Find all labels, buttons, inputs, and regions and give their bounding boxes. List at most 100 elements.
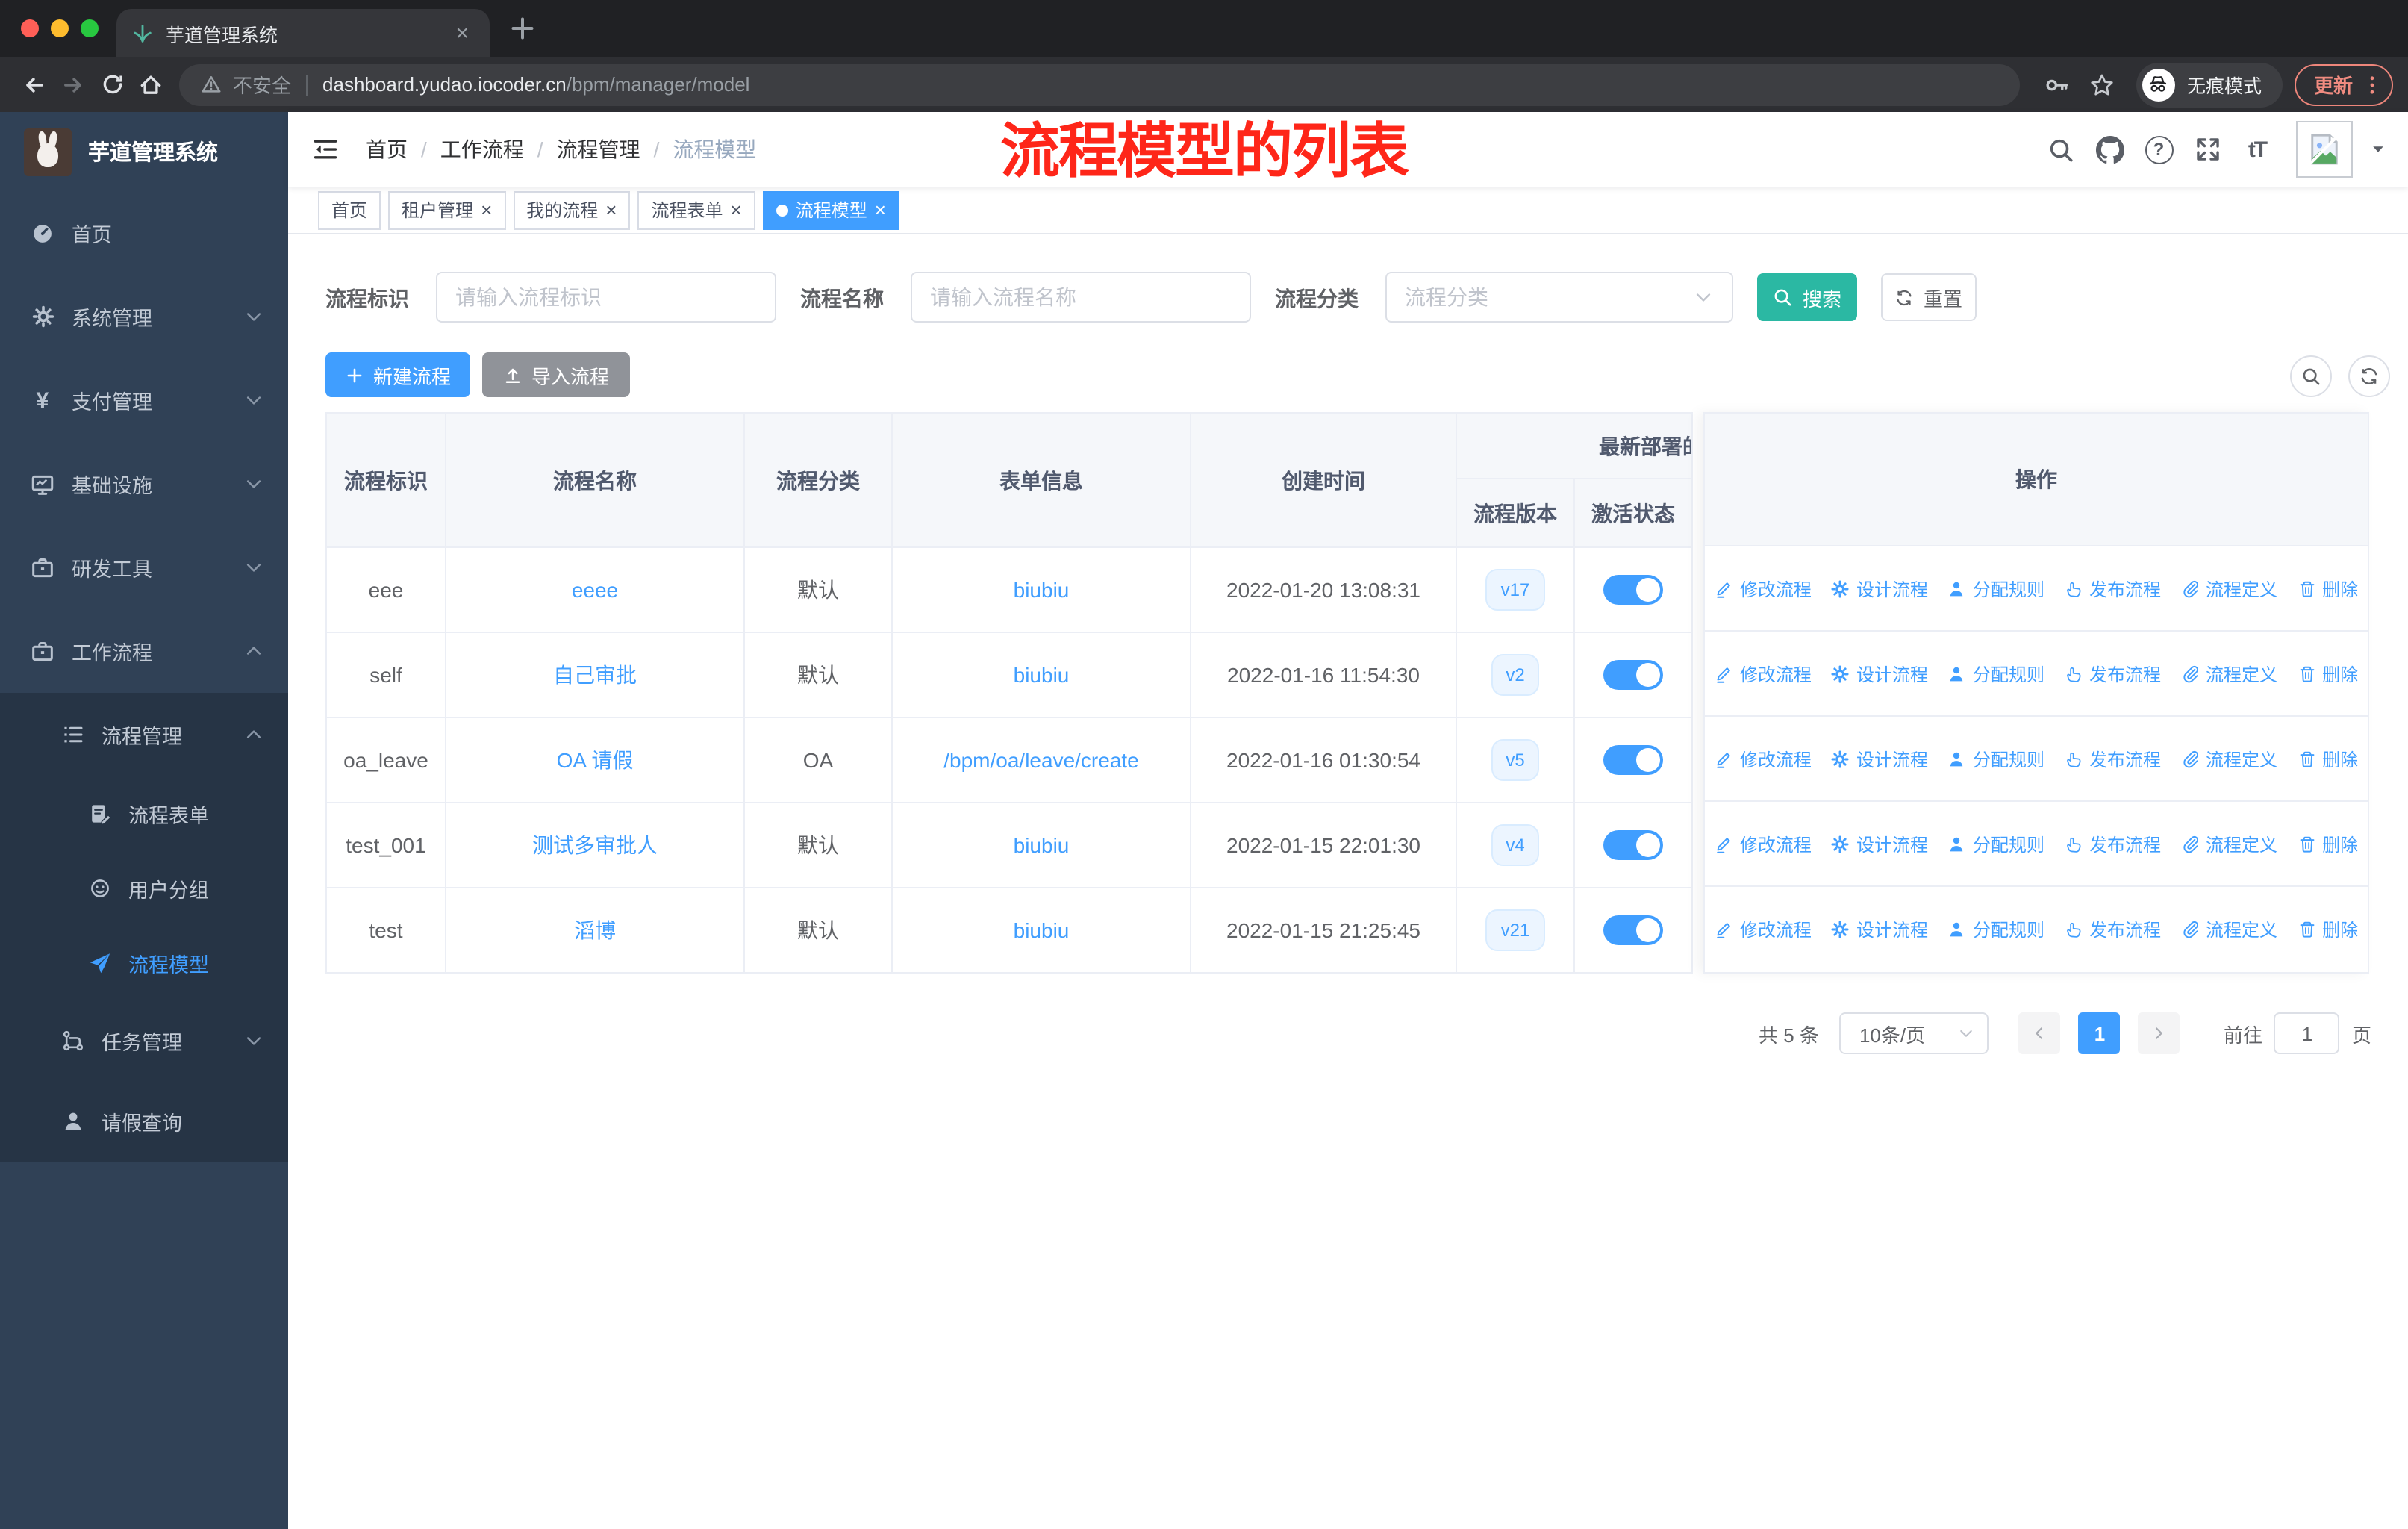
process-name-input[interactable] — [930, 285, 1232, 309]
design-process-link[interactable]: 设计流程 — [1831, 917, 1928, 942]
process-name-field[interactable] — [911, 272, 1251, 323]
goto-page-input[interactable] — [2274, 1012, 2340, 1054]
design-process-link[interactable]: 设计流程 — [1831, 831, 1928, 856]
process-name-link[interactable]: 滔博 — [574, 918, 616, 942]
tag-process-form[interactable]: 流程表单 — [637, 190, 755, 229]
active-toggle[interactable] — [1603, 660, 1663, 690]
assign-rule-link[interactable]: 分配规则 — [1947, 576, 2044, 601]
tag-tenant[interactable]: 租户管理 — [388, 190, 506, 229]
edit-process-link[interactable]: 修改流程 — [1715, 746, 1812, 771]
caret-down-icon[interactable] — [2369, 140, 2387, 158]
process-definition-link[interactable]: 流程定义 — [2180, 746, 2277, 771]
create-process-button[interactable]: 新建流程 — [325, 352, 470, 397]
sidebar-item-system[interactable]: 系统管理 — [0, 275, 288, 358]
process-category-select[interactable]: 流程分类 — [1385, 272, 1733, 323]
sidebar-item-leave-query[interactable]: 请假查询 — [0, 1081, 288, 1162]
delete-process-link[interactable]: 删除 — [2297, 917, 2358, 942]
search-icon[interactable] — [2044, 133, 2077, 166]
version-badge[interactable]: v5 — [1491, 739, 1540, 781]
sidebar-item-process-form[interactable]: 流程表单 — [0, 776, 288, 851]
design-process-link[interactable]: 设计流程 — [1831, 746, 1928, 771]
browser-tab[interactable]: 芋道管理系统 — [116, 9, 490, 57]
form-info-link[interactable]: biubiu — [1014, 578, 1070, 602]
minimize-window-button[interactable] — [51, 19, 69, 37]
assign-rule-link[interactable]: 分配规则 — [1947, 831, 2044, 856]
next-page-button[interactable] — [2138, 1012, 2180, 1054]
tag-home[interactable]: 首页 — [318, 190, 381, 229]
sidebar-item-user-group[interactable]: 用户分组 — [0, 851, 288, 926]
tag-close-icon[interactable] — [605, 200, 617, 219]
process-name-link[interactable]: eeee — [572, 578, 618, 602]
publish-process-link[interactable]: 发布流程 — [2064, 576, 2161, 601]
process-definition-link[interactable]: 流程定义 — [2180, 576, 2277, 601]
sidebar-item-home[interactable]: 首页 — [0, 191, 288, 275]
new-tab-button[interactable] — [508, 13, 537, 43]
delete-process-link[interactable]: 删除 — [2297, 661, 2358, 686]
update-browser-button[interactable]: 更新 — [2294, 63, 2393, 105]
process-definition-link[interactable]: 流程定义 — [2180, 831, 2277, 856]
github-icon[interactable] — [2093, 133, 2126, 166]
fullscreen-icon[interactable] — [2192, 133, 2224, 166]
tag-process-model[interactable]: 流程模型 — [762, 190, 899, 229]
process-definition-link[interactable]: 流程定义 — [2180, 661, 2277, 686]
back-button[interactable] — [15, 65, 54, 104]
refresh-table-button[interactable] — [2348, 355, 2390, 397]
import-process-button[interactable]: 导入流程 — [482, 352, 630, 397]
breadcrumb-workflow[interactable]: 工作流程 — [440, 134, 543, 164]
close-window-button[interactable] — [21, 19, 39, 37]
prev-page-button[interactable] — [2018, 1012, 2061, 1054]
edit-process-link[interactable]: 修改流程 — [1715, 576, 1812, 601]
zoom-window-button[interactable] — [81, 19, 99, 37]
tag-close-icon[interactable] — [731, 200, 742, 219]
home-button[interactable] — [131, 65, 170, 104]
breadcrumb-home[interactable]: 首页 — [366, 134, 427, 164]
form-info-link[interactable]: biubiu — [1014, 663, 1070, 687]
app-logo-row[interactable]: 芋道管理系统 — [0, 112, 288, 191]
breadcrumb-process-management[interactable]: 流程管理 — [557, 134, 660, 164]
process-name-link[interactable]: 测试多审批人 — [532, 833, 658, 857]
active-toggle[interactable] — [1603, 830, 1663, 860]
active-toggle[interactable] — [1603, 915, 1663, 945]
assign-rule-link[interactable]: 分配规则 — [1947, 661, 2044, 686]
design-process-link[interactable]: 设计流程 — [1831, 661, 1928, 686]
delete-process-link[interactable]: 删除 — [2297, 831, 2358, 856]
tag-close-icon[interactable] — [875, 200, 886, 219]
version-badge[interactable]: v21 — [1485, 909, 1545, 951]
active-toggle[interactable] — [1603, 575, 1663, 605]
current-page-button[interactable]: 1 — [2078, 1012, 2121, 1054]
help-icon[interactable] — [2142, 133, 2175, 166]
publish-process-link[interactable]: 发布流程 — [2064, 831, 2161, 856]
process-name-link[interactable]: OA 请假 — [557, 748, 634, 772]
sidebar-fold-button[interactable] — [288, 112, 366, 187]
version-badge[interactable]: v2 — [1491, 654, 1540, 696]
reload-button[interactable] — [93, 65, 131, 104]
delete-process-link[interactable]: 删除 — [2297, 746, 2358, 771]
version-badge[interactable]: v4 — [1491, 824, 1540, 866]
sidebar-item-dev-tools[interactable]: 研发工具 — [0, 526, 288, 609]
edit-process-link[interactable]: 修改流程 — [1715, 831, 1812, 856]
publish-process-link[interactable]: 发布流程 — [2064, 746, 2161, 771]
form-info-link[interactable]: biubiu — [1014, 833, 1070, 857]
form-info-link[interactable]: biubiu — [1014, 918, 1070, 942]
search-button[interactable]: 搜索 — [1757, 273, 1857, 321]
process-id-input[interactable] — [455, 285, 757, 309]
delete-process-link[interactable]: 删除 — [2297, 576, 2358, 601]
page-size-select[interactable]: 10条/页 — [1839, 1012, 1989, 1054]
active-toggle[interactable] — [1603, 745, 1663, 775]
process-id-field[interactable] — [436, 272, 776, 323]
toggle-search-button[interactable] — [2290, 355, 2332, 397]
edit-process-link[interactable]: 修改流程 — [1715, 917, 1812, 942]
font-size-icon[interactable] — [2241, 133, 2274, 166]
process-definition-link[interactable]: 流程定义 — [2180, 917, 2277, 942]
form-info-link[interactable]: /bpm/oa/leave/create — [943, 748, 1139, 772]
publish-process-link[interactable]: 发布流程 — [2064, 661, 2161, 686]
browser-menu-dots-icon[interactable] — [2360, 72, 2384, 96]
assign-rule-link[interactable]: 分配规则 — [1947, 746, 2044, 771]
publish-process-link[interactable]: 发布流程 — [2064, 917, 2161, 942]
tag-close-icon[interactable] — [481, 200, 492, 219]
tab-close-icon[interactable] — [449, 20, 475, 46]
version-badge[interactable]: v17 — [1485, 569, 1545, 611]
assign-rule-link[interactable]: 分配规则 — [1947, 917, 2044, 942]
reset-button[interactable]: 重置 — [1881, 273, 1977, 321]
bookmark-star-icon[interactable] — [2084, 66, 2120, 102]
